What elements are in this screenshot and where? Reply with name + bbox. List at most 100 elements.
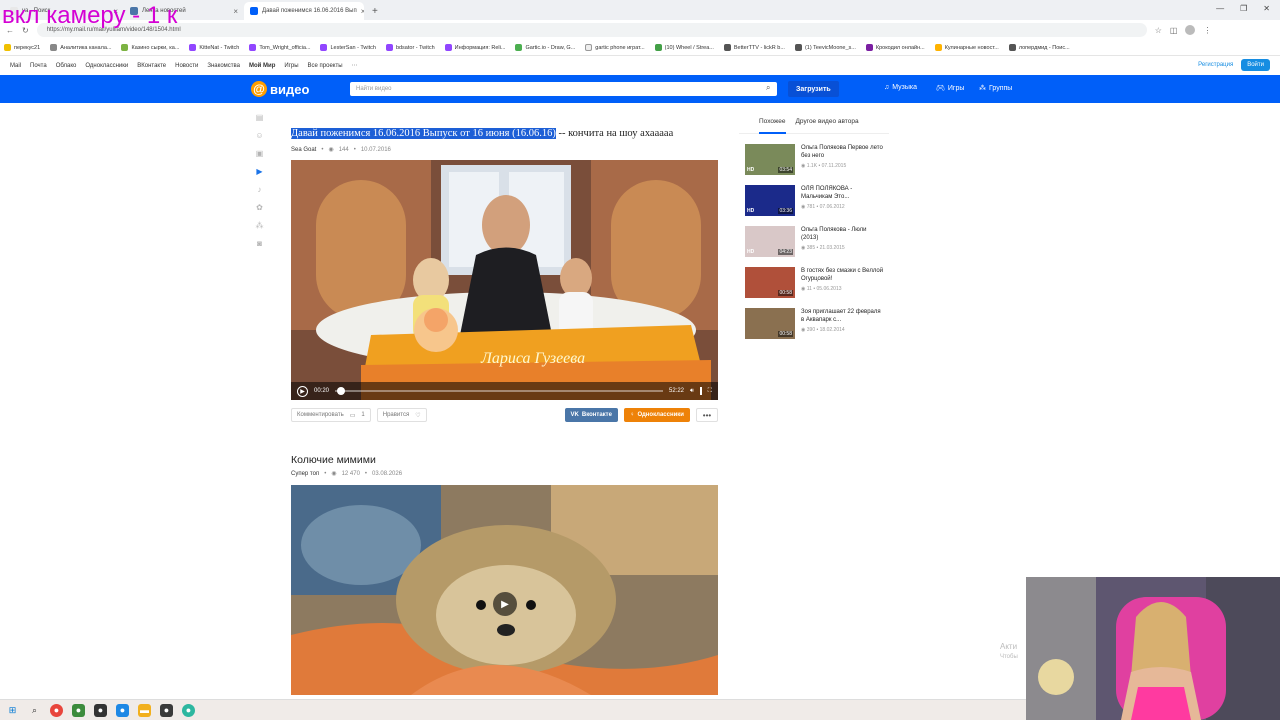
extensions-icon[interactable]: ◫ <box>1170 26 1178 35</box>
close-icon[interactable]: × <box>233 7 238 16</box>
app-icon[interactable]: ● <box>116 703 129 717</box>
left-rail: ▤ ☺ ▣ ▶ ♪ ✿ ⁂ ◙ <box>255 113 269 248</box>
grid-icon[interactable]: ⋯ <box>352 62 358 69</box>
related-item[interactable]: 00:58 В гостях без смазки с Веллой Огурц… <box>745 267 885 299</box>
fullscreen-icon[interactable]: ⛶ <box>708 388 712 395</box>
video-title[interactable]: Колючие мимими <box>291 454 376 466</box>
related-item[interactable]: 00:58 Зоя приглашает 22 февраля в Аквапа… <box>745 308 885 340</box>
bookmark-item[interactable]: bdsator - Twitch <box>385 44 435 51</box>
url-field[interactable]: https://my.mail.ru/mail/yuliiam/video/14… <box>36 23 1147 37</box>
portal-link[interactable]: Одноклассники <box>85 63 128 69</box>
bookmark-item[interactable]: перекус21 <box>4 44 40 51</box>
like-button[interactable]: Нравится ♡ <box>376 408 427 422</box>
bookmark-item[interactable]: BetterTTV - lickR b... <box>723 44 785 51</box>
bookmark-item[interactable]: Аналитика канала... <box>50 44 111 51</box>
twitch-icon <box>385 44 393 51</box>
seek-handle[interactable] <box>336 387 345 395</box>
related-item[interactable]: HD 03:54 Ольга Полякова Первое лето без … <box>745 144 885 176</box>
related-item[interactable]: HD 04:23 Ольга Полякова - Люли (2013) ◉ … <box>745 226 885 258</box>
related-title: Зоя приглашает 22 февраля в Аквапарк с..… <box>801 309 881 323</box>
upload-button[interactable]: Загрузить <box>788 81 839 97</box>
webcam-image <box>1026 577 1280 720</box>
folder-icon[interactable]: ▬ <box>138 703 151 717</box>
bookmark-item[interactable]: Казино сырки, ка... <box>121 44 179 51</box>
app-icon[interactable]: ● <box>160 703 173 717</box>
share-vk-button[interactable]: VK Вконтакте <box>564 408 618 422</box>
tab-similar[interactable]: Похожее <box>759 118 786 134</box>
bookmark-item[interactable]: KitteNat - Twitch <box>189 44 239 51</box>
dot-separator: • <box>324 470 327 477</box>
profile-avatar[interactable] <box>1185 25 1196 35</box>
groups-icon[interactable]: ⁂ <box>255 221 264 230</box>
bookmark-item[interactable]: Кулинарные новост... <box>934 44 999 51</box>
browser-tab-active[interactable]: Давай поженимся 16.06.2016 Вып × <box>244 2 364 20</box>
related-item[interactable]: HD 03:36 ОЛЯ ПОЛЯКОВА - Мальчикам Это...… <box>745 185 885 217</box>
close-window-button[interactable]: ✕ <box>1263 4 1270 13</box>
bookmark-item[interactable]: LesterSan - Twitch <box>320 44 376 51</box>
people-icon[interactable]: ☺ <box>255 131 264 140</box>
apps-icon[interactable]: ✿ <box>255 203 264 212</box>
nav-games[interactable]: 🎮︎ Игры <box>936 84 964 93</box>
seek-bar[interactable] <box>335 387 663 395</box>
windows-start-icon[interactable]: ⊞ <box>6 704 19 717</box>
bookmark-icon <box>865 44 873 51</box>
search-icon[interactable]: ⌕ <box>28 704 41 717</box>
games-icon[interactable]: ◙ <box>255 239 264 248</box>
music-icon[interactable]: ♪ <box>255 185 264 194</box>
gamepad-icon: 🎮︎ <box>936 85 945 92</box>
video-title[interactable]: Давай поженимся 16.06.2016 Выпуск от 16 … <box>291 128 673 139</box>
bookmark-item[interactable]: (10) Wheel / Strea... <box>654 44 714 51</box>
video-player[interactable]: Лариса Гузеева ▶ 00:20 52:22 🔊︎ ⛶ <box>291 160 718 400</box>
app-icon[interactable]: ● <box>72 703 85 717</box>
login-button[interactable]: Войти <box>1241 59 1270 71</box>
quality-indicator[interactable] <box>699 387 702 395</box>
bookmark-item[interactable]: Gartic.io - Draw, G... <box>515 44 575 51</box>
portal-link[interactable]: ВКонтакте <box>137 63 166 69</box>
register-link[interactable]: Регистрация <box>1198 62 1233 68</box>
nav-groups[interactable]: ⁂ Группы <box>979 84 1012 93</box>
portal-link[interactable]: Игры <box>284 63 298 69</box>
related-tabs: Похожее Другое видео автора <box>739 112 889 134</box>
portal-link[interactable]: Облако <box>56 63 77 69</box>
author-link[interactable]: Супер топ <box>291 471 319 477</box>
chrome-icon[interactable]: ● <box>50 703 63 717</box>
portal-link[interactable]: Мой Мир <box>249 63 275 69</box>
more-button[interactable]: ••• <box>696 408 718 422</box>
search-icon[interactable]: ⌕ <box>766 83 770 93</box>
new-tab-button[interactable]: + <box>364 2 386 20</box>
bookmark-item[interactable]: лопердмид - Поис... <box>1008 44 1070 51</box>
bookmark-item[interactable]: Tom_Wright_officia... <box>249 44 310 51</box>
portal-link[interactable]: Mail <box>10 63 21 69</box>
video-player[interactable]: ▶ <box>291 485 718 695</box>
maximize-button[interactable]: ❐ <box>1240 4 1247 13</box>
site-logo[interactable]: @ видео <box>251 81 309 97</box>
bookmark-item[interactable]: Крокодил онлайн... <box>865 44 925 51</box>
volume-icon[interactable]: 🔊︎ <box>690 388 694 395</box>
nav-music[interactable]: ♫ Музыка <box>884 84 917 91</box>
photo-icon[interactable]: ▣ <box>255 149 264 158</box>
play-icon[interactable]: ▶ <box>297 385 308 397</box>
bookmark-star-icon[interactable]: ☆ <box>1155 26 1162 35</box>
related-meta: ◉ 1.1K • 07.11.2015 <box>801 163 847 169</box>
portal-link[interactable]: Все проекты <box>308 63 343 69</box>
portal-bar: Mail Почта Облако Одноклассники ВКонтакт… <box>0 57 1280 74</box>
obs-icon[interactable]: ● <box>94 703 107 717</box>
author-link[interactable]: Sea Goat <box>291 147 316 153</box>
comment-button[interactable]: Комментировать ▭ 1 <box>291 408 371 422</box>
menu-icon[interactable]: ⋮ <box>1203 26 1211 35</box>
video-icon[interactable]: ▶ <box>255 167 264 176</box>
bookmark-item[interactable]: Информация: Reli... <box>444 44 505 51</box>
portal-link[interactable]: Знакомства <box>207 63 240 69</box>
bookmark-item[interactable]: (1) TeevicMoone_s... <box>794 44 856 51</box>
minimize-button[interactable]: — <box>1216 4 1224 13</box>
portal-link[interactable]: Новости <box>175 63 198 69</box>
portal-link[interactable]: Почта <box>30 63 47 69</box>
browser-icon[interactable]: ● <box>182 703 195 717</box>
share-ok-button[interactable]: ♀ Одноклассники <box>623 408 690 422</box>
bookmark-item[interactable]: gartic phone играт... <box>585 44 645 51</box>
video-meta: Sea Goat • ◉ 144 • 10.07.2016 <box>291 146 391 154</box>
feed-icon[interactable]: ▤ <box>255 113 264 122</box>
play-icon[interactable]: ▶ <box>493 592 517 616</box>
tab-author-videos[interactable]: Другое видео автора <box>796 118 859 133</box>
search-input[interactable]: Найти видео <box>350 82 777 96</box>
